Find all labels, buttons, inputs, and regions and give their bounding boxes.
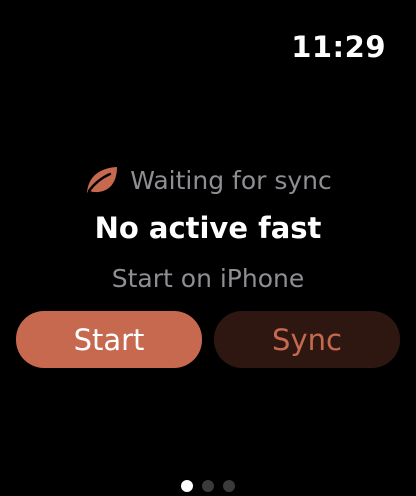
page-dot-3[interactable] [223, 480, 235, 492]
no-active-fast-title: No active fast [94, 211, 322, 245]
clock-time: 11:29 [291, 30, 386, 64]
start-button[interactable]: Start [16, 311, 202, 368]
sync-status: Waiting for sync [0, 164, 416, 196]
start-on-iphone-subtitle: Start on iPhone [111, 264, 305, 293]
sync-button[interactable]: Sync [214, 311, 400, 368]
page-dot-2[interactable] [202, 480, 214, 492]
page-indicator[interactable] [0, 480, 416, 492]
leaf-icon [84, 164, 120, 196]
page-dot-1[interactable] [181, 480, 193, 492]
sync-status-text: Waiting for sync [130, 165, 332, 195]
